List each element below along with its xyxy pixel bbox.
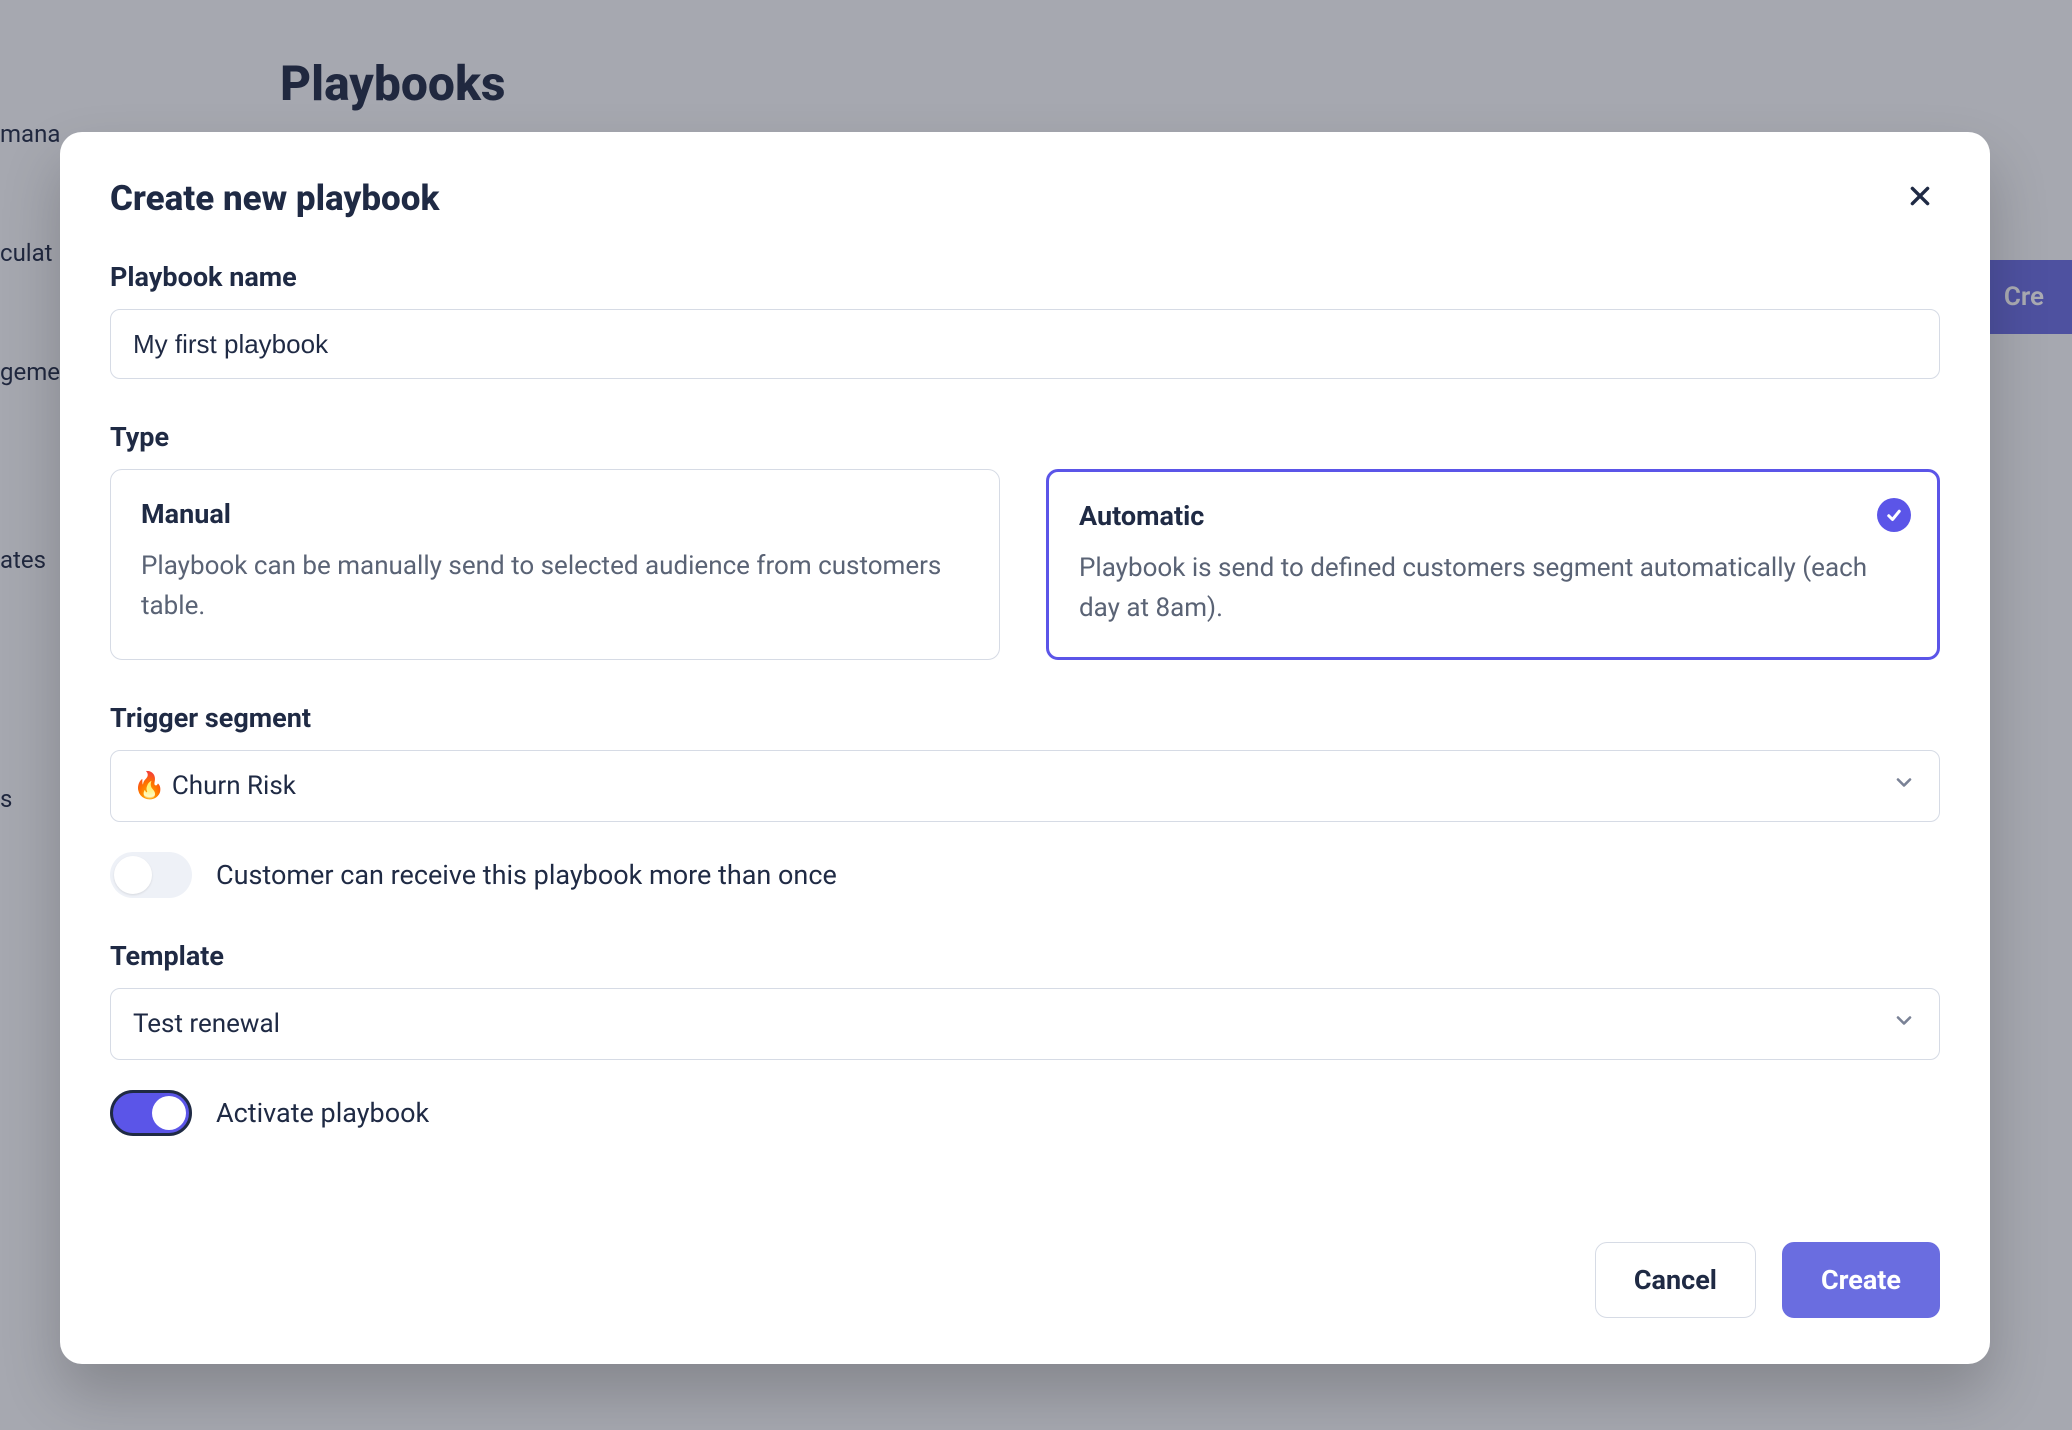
chevron-down-icon xyxy=(1892,770,1916,801)
create-button[interactable]: Create xyxy=(1782,1242,1940,1318)
trigger-segment-select[interactable]: 🔥 Churn Risk xyxy=(110,750,1940,822)
repeat-toggle-label: Customer can receive this playbook more … xyxy=(216,859,837,891)
cancel-button[interactable]: Cancel xyxy=(1595,1242,1756,1318)
playbook-name-label: Playbook name xyxy=(110,261,1940,293)
playbook-name-input[interactable] xyxy=(110,309,1940,379)
create-playbook-modal: Create new playbook Playbook name Type M… xyxy=(60,132,1990,1364)
type-option-description: Playbook can be manually send to selecte… xyxy=(141,546,969,627)
repeat-toggle[interactable] xyxy=(110,852,192,898)
type-option-title: Manual xyxy=(141,498,969,530)
type-label: Type xyxy=(110,421,1940,453)
template-select[interactable]: Test renewal xyxy=(110,988,1940,1060)
trigger-segment-label: Trigger segment xyxy=(110,702,1940,734)
close-button[interactable] xyxy=(1900,178,1940,218)
modal-title: Create new playbook xyxy=(110,178,439,219)
trigger-segment-value: 🔥 Churn Risk xyxy=(133,771,296,801)
activate-toggle-label: Activate playbook xyxy=(216,1097,429,1129)
type-option-title: Automatic xyxy=(1079,500,1907,532)
template-value: Test renewal xyxy=(133,1009,280,1039)
type-option-description: Playbook is send to defined customers se… xyxy=(1079,548,1907,629)
chevron-down-icon xyxy=(1892,1008,1916,1039)
selected-check-icon xyxy=(1877,498,1911,532)
type-option-manual[interactable]: Manual Playbook can be manually send to … xyxy=(110,469,1000,660)
activate-toggle[interactable] xyxy=(110,1090,192,1136)
close-icon xyxy=(1907,183,1933,213)
type-option-automatic[interactable]: Automatic Playbook is send to defined cu… xyxy=(1046,469,1940,660)
template-label: Template xyxy=(110,940,1940,972)
